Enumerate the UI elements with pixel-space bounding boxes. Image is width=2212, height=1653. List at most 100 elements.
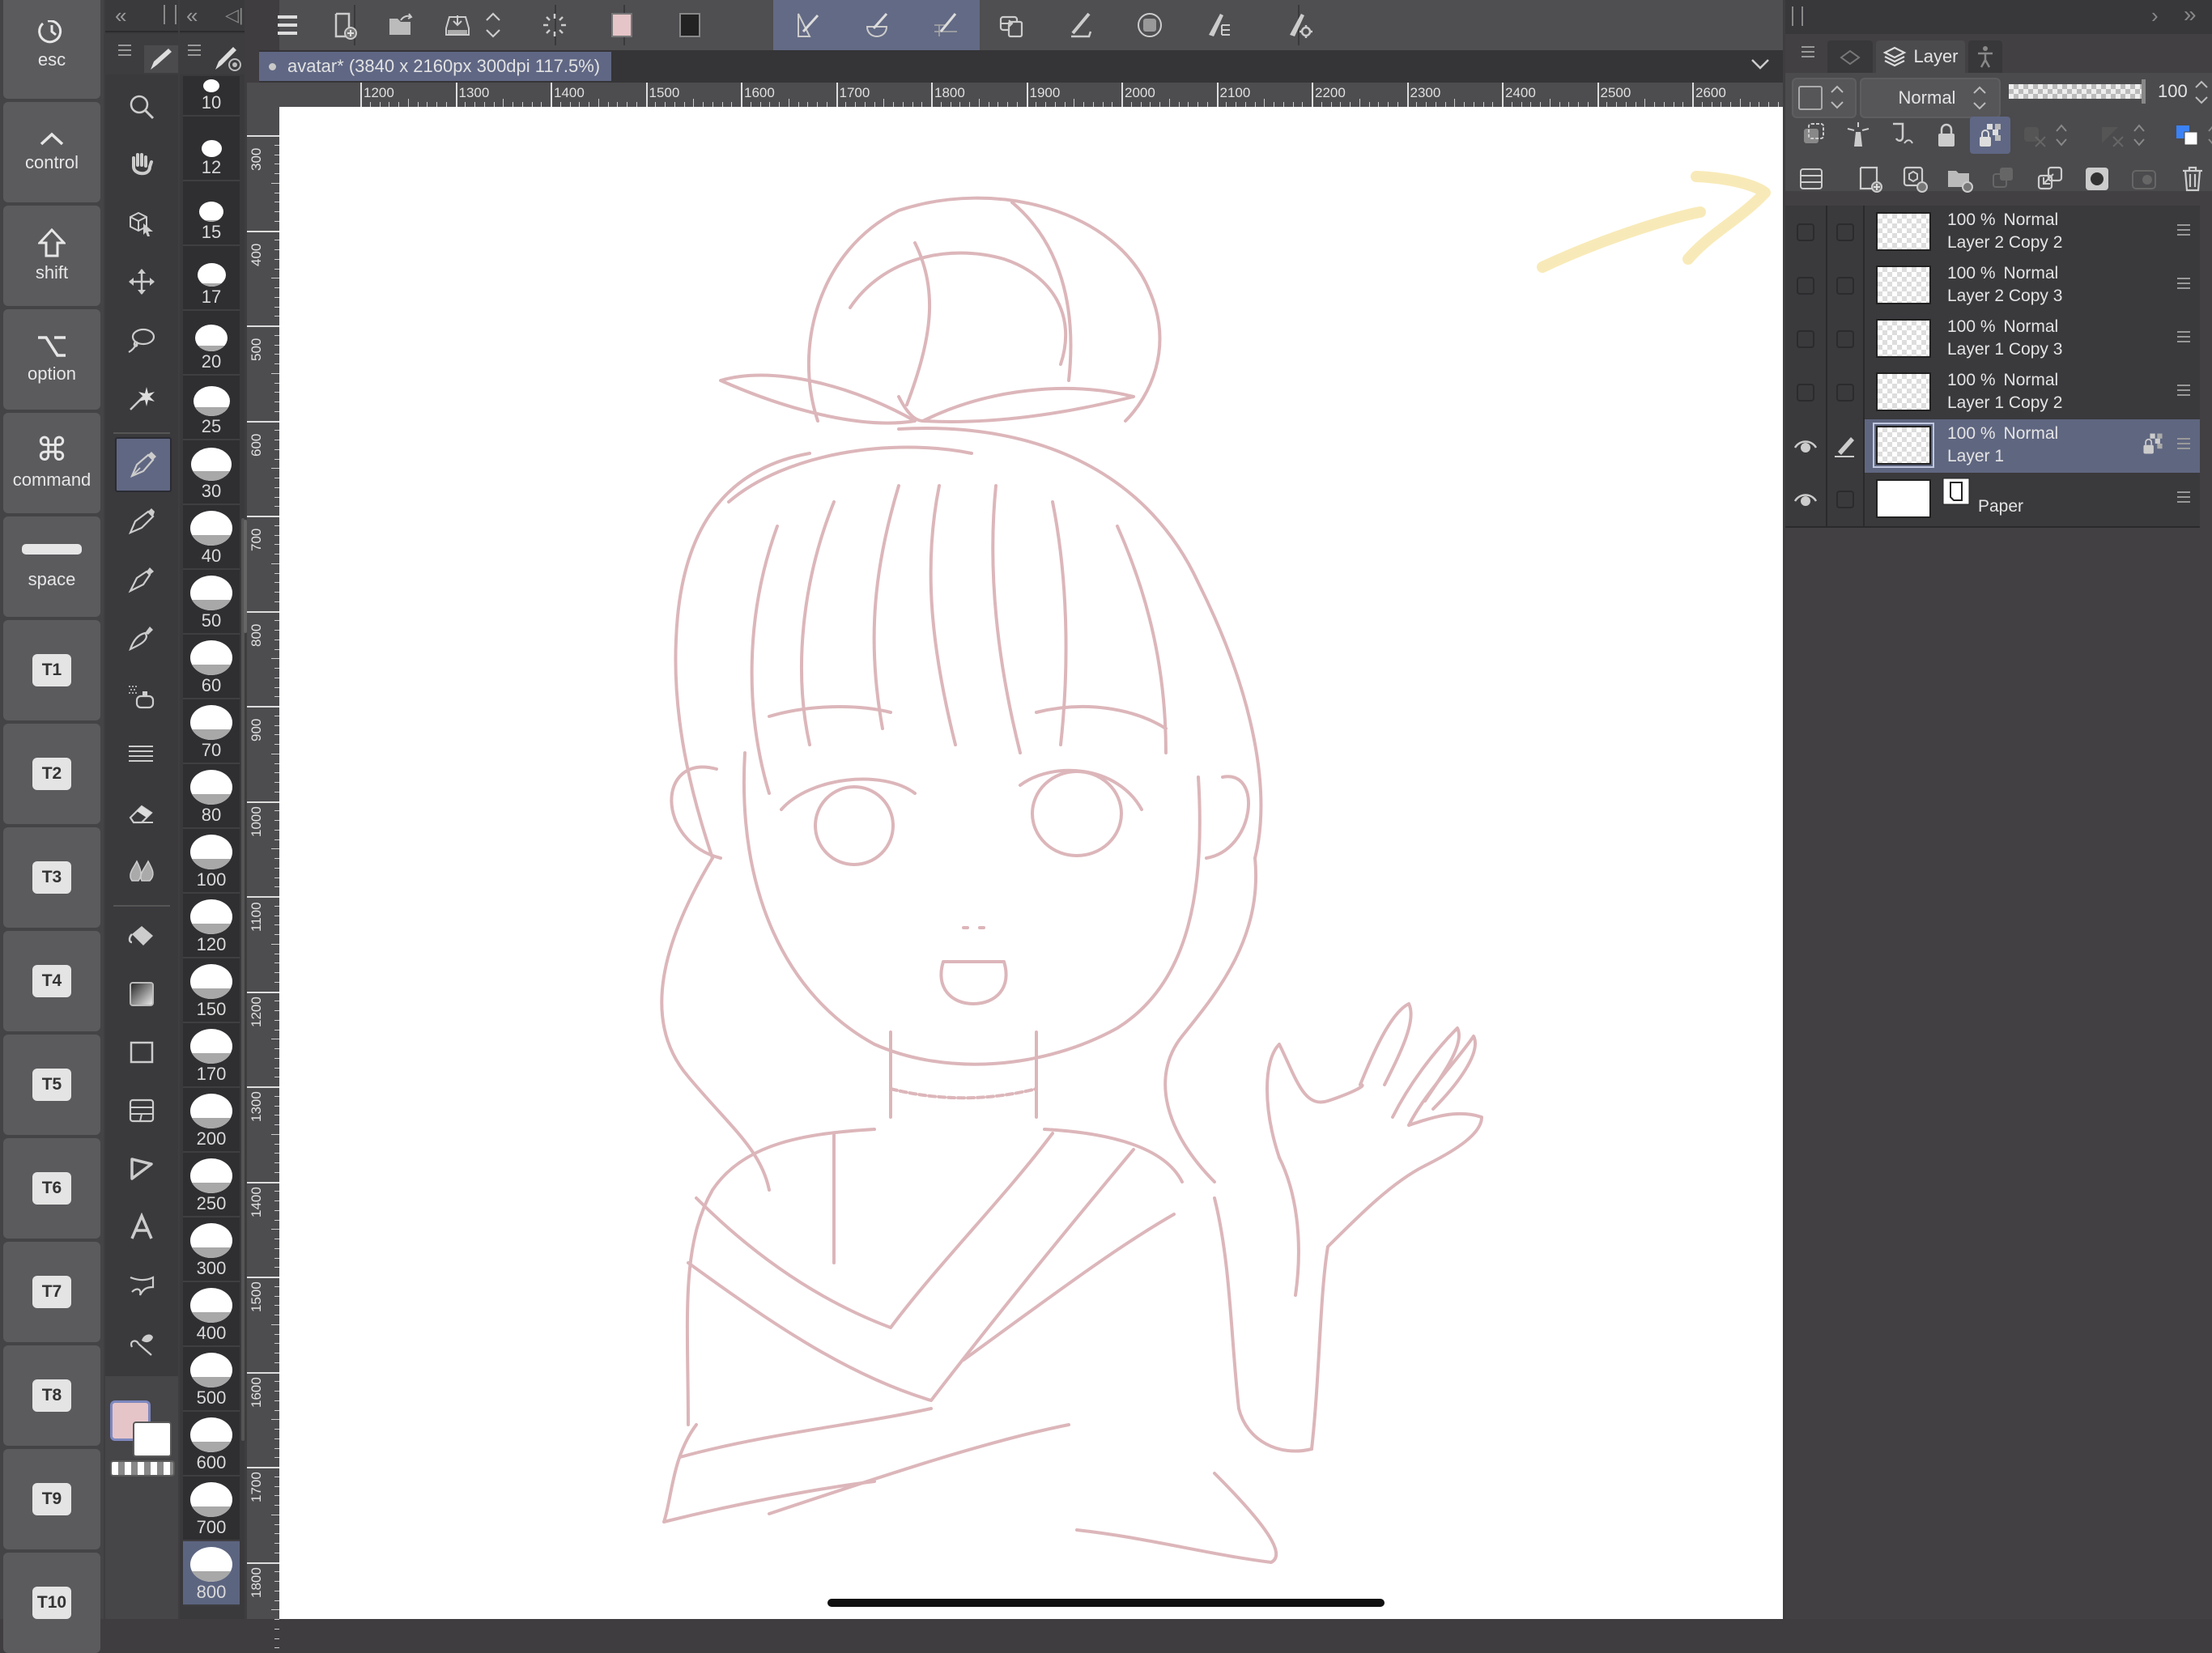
snap-to-special-ruler-button[interactable] [842,0,911,50]
layer-visibility-toggle[interactable] [1785,206,1827,259]
new-folder-button[interactable] [1939,160,1980,198]
delete-layer-button[interactable] [2172,160,2212,198]
layer-edit-toggle[interactable] [1827,366,1865,419]
transfer-to-lower-layer-button[interactable] [1983,160,2023,198]
canvas-scrollbar[interactable] [244,520,247,633]
stabilization-button[interactable] [1049,0,1113,50]
layer-edit-toggle[interactable] [1827,259,1865,312]
brush-size-item[interactable]: 17 [183,246,240,311]
new-raster-layer-button[interactable] [1850,160,1891,198]
apply-mask-button[interactable] [2124,160,2164,198]
brush-size-item[interactable]: 120 [183,894,240,958]
tool-blend-tool[interactable] [115,845,168,897]
combine-with-layer-below-button[interactable] [2030,160,2070,198]
tool-decoration-tool[interactable] [115,729,168,780]
brush-size-item[interactable]: 170 [183,1023,240,1088]
layer-color-mode-button[interactable] [2167,117,2212,154]
chevron-right-icon[interactable]: › [2151,3,2159,28]
tool-lasso-tool[interactable] [115,314,168,366]
tool-brush-tool[interactable] [115,554,168,606]
collapse-left-icon[interactable]: « [186,3,198,28]
shortcut-key[interactable]: T8 [3,1345,100,1446]
layer-drag-handle-icon[interactable] [2177,491,2190,504]
snap-to-ruler-button[interactable] [773,0,842,50]
sub-color-button[interactable] [657,0,722,50]
layer-visibility-toggle[interactable] [1785,366,1827,419]
clip-lower-layer-button[interactable] [1795,117,1836,154]
brush-size-item[interactable]: 700 [183,1477,240,1541]
layer-drag-handle-icon[interactable] [2177,223,2190,236]
lock-layer-button[interactable] [1926,117,1967,154]
brush-size-item[interactable]: 30 [183,440,240,505]
pen-pressure-button[interactable] [1267,0,1332,50]
layer-visibility-toggle[interactable] [1785,259,1827,312]
layer-row[interactable]: 100 % Normal Layer 2 Copy 3 [1785,259,2200,314]
brush-size-item[interactable]: 500 [183,1347,240,1412]
tool-gradient-tool[interactable] [115,968,168,1020]
tab-pose[interactable] [1968,40,2002,73]
layer-row[interactable]: Paper [1785,473,2200,528]
transparent-color-swatch[interactable] [110,1460,175,1477]
reference-layer-button[interactable] [1839,117,1879,154]
brush-size-item[interactable]: 25 [183,376,240,440]
panel-menu-icon[interactable] [188,44,202,58]
draft-layer-button[interactable] [1882,117,1923,154]
layer-edit-toggle[interactable] [1827,419,1865,473]
shortcut-key[interactable]: T7 [3,1242,100,1342]
save-options-button[interactable] [477,0,509,50]
brush-size-item[interactable]: 400 [183,1282,240,1347]
home-indicator[interactable] [827,1599,1385,1607]
brush-size-item[interactable]: 20 [183,311,240,376]
shortcut-key[interactable]: T9 [3,1449,100,1549]
drag-handle-icon[interactable] [164,5,177,24]
tool-eraser-tool[interactable] [115,787,168,839]
lock-transparent-pixels-button[interactable] [1970,117,2010,154]
layer-row[interactable]: 100 % Normal Layer 2 Copy 2 [1785,206,2200,261]
chevron-down-icon[interactable] [1750,55,1770,73]
layer-visibility-toggle[interactable] [1785,419,1827,473]
tool-decoration-brush-tool[interactable] [115,612,168,664]
tool-figure-tool[interactable] [115,1026,168,1078]
tool-pencil-tool[interactable] [115,495,168,547]
collapse-left-icon[interactable]: « [115,3,126,28]
brush-size-item[interactable]: 70 [183,699,240,764]
shortcut-key[interactable]: T5 [3,1035,100,1135]
shortcut-key[interactable]: T6 [3,1138,100,1239]
opacity-stepper[interactable] [2193,78,2210,107]
layer-visibility-toggle[interactable] [1785,312,1827,366]
control-key[interactable]: control [3,102,100,202]
new-3d-layer-button[interactable] [1895,160,1936,198]
up-down-chevron-icon[interactable] [2132,121,2146,149]
brush-size-item[interactable]: 10 [183,76,240,117]
shortcut-key[interactable]: T2 [3,724,100,824]
tool-fill-tool[interactable] [115,910,168,962]
tool-auto-select-tool[interactable] [115,372,168,424]
brush-size-tab-icon[interactable] [212,42,243,73]
layer-drag-handle-icon[interactable] [2177,330,2190,343]
layer-color-button[interactable] [1792,78,1857,118]
brush-size-item[interactable]: 12 [183,117,240,181]
tool-hand-tool[interactable] [115,139,168,191]
panel-menu-icon[interactable] [118,44,133,58]
loading-button[interactable] [522,0,587,50]
new-canvas-button[interactable] [312,0,376,50]
drag-handle-icon[interactable]: ◁| [225,5,244,26]
layer-visibility-toggle[interactable] [1785,473,1827,526]
layer-row[interactable]: 100 % Normal Layer 1 Copy 2 [1785,366,2200,421]
main-color-button[interactable] [589,0,654,50]
tool-correct-line-tool[interactable] [115,1318,168,1370]
mask-button[interactable] [1117,0,1182,50]
brush-size-item[interactable]: 100 [183,829,240,894]
up-down-chevron-icon[interactable] [2206,121,2212,149]
tool-text-tool[interactable] [115,1201,168,1253]
layer-edit-toggle[interactable] [1827,473,1865,526]
shortcut-key[interactable]: T3 [3,827,100,928]
create-layer-mask-button[interactable] [2077,160,2117,198]
pen-settings-button[interactable] [1186,0,1251,50]
opacity-slider[interactable] [2009,79,2146,104]
transform-button[interactable] [980,0,1044,50]
layer-row[interactable]: 100 % Normal Layer 1 Copy 3 [1785,312,2200,368]
layer-row[interactable]: 100 % Normal Layer 1 [1785,419,2200,474]
tool-ruler-tool[interactable] [115,1143,168,1195]
tab-layer-property[interactable] [1827,40,1873,73]
